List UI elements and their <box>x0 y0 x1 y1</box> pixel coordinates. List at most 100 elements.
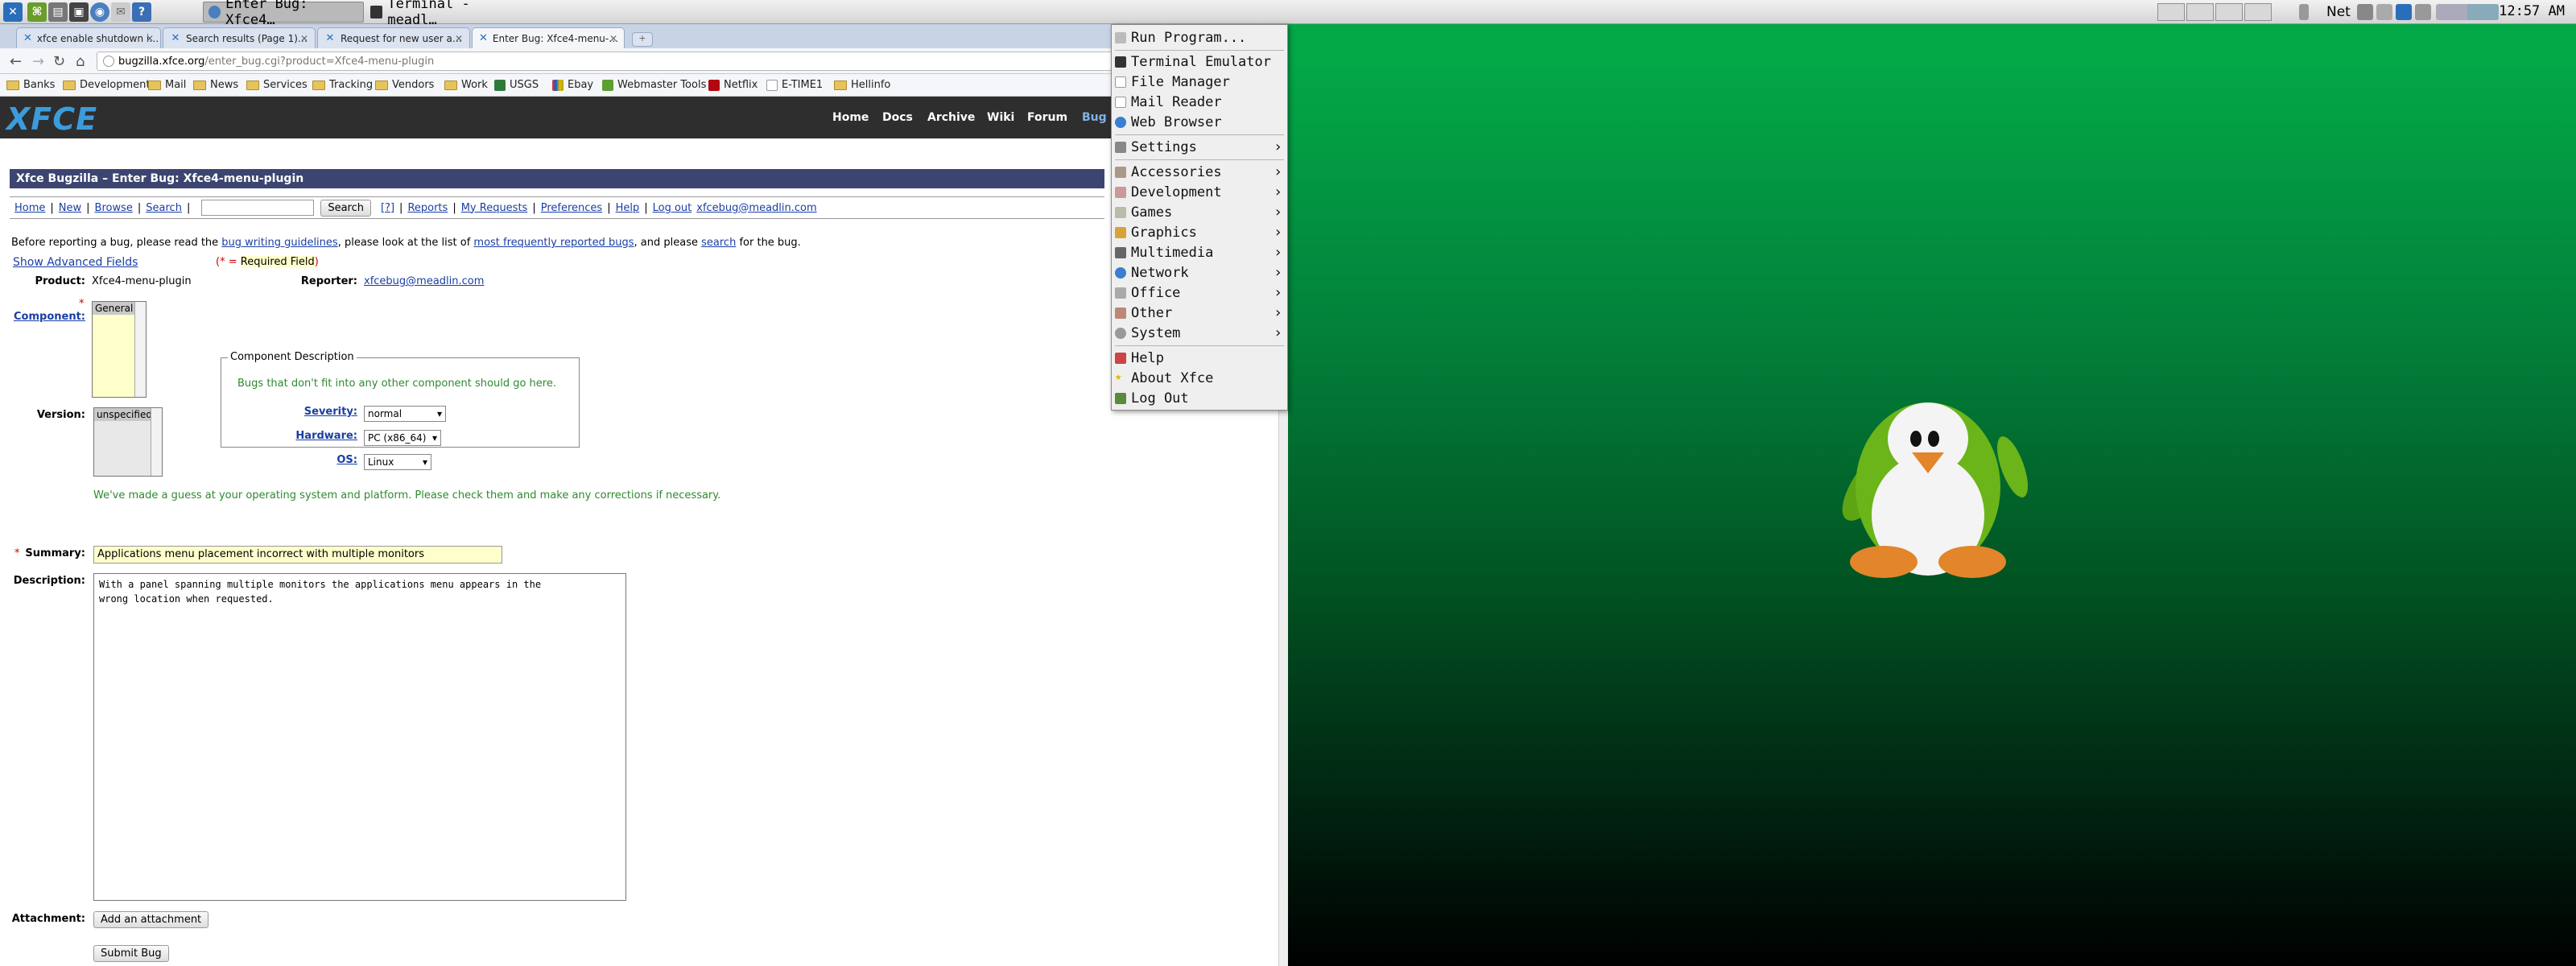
menu-item-mail-reader[interactable]: Mail Reader <box>1112 93 1287 112</box>
clock[interactable]: 12:57 AM <box>2499 3 2565 19</box>
bookmark-mail[interactable]: Mail <box>148 79 186 91</box>
volume-icon[interactable] <box>2415 4 2431 20</box>
menu-item-system[interactable]: System › <box>1112 324 1287 343</box>
bookmark-development[interactable]: Development <box>63 79 151 91</box>
quicksearch-button[interactable]: Search <box>320 199 371 217</box>
bookmark-usgs[interactable]: USGS <box>494 79 539 91</box>
quicksearch-input[interactable] <box>201 200 315 216</box>
summary-input[interactable]: Applications menu placement incorrect wi… <box>93 546 502 564</box>
link-browse[interactable]: Browse <box>95 202 133 214</box>
component-label[interactable]: Component: <box>8 311 85 323</box>
menu-item-settings[interactable]: Settings › <box>1112 138 1287 157</box>
bookmark-e-time1[interactable]: E-TIME1 <box>766 79 823 91</box>
site-nav-archive[interactable]: Archive <box>927 111 975 124</box>
menu-item-graphics[interactable]: Graphics › <box>1112 223 1287 242</box>
bluetooth-icon[interactable] <box>2396 4 2412 20</box>
add-attachment-button[interactable]: Add an attachment <box>93 911 209 928</box>
bookmark-work[interactable]: Work <box>444 79 488 91</box>
link-logout[interactable]: Log out <box>653 202 692 214</box>
link-user-account[interactable]: xfcebug@meadlin.com <box>696 202 816 214</box>
os-select[interactable]: Linux ▾ <box>364 454 431 470</box>
tab-request-new-user[interactable]: ✕ Request for new user a… ✕ <box>317 27 470 48</box>
menu-item-multimedia[interactable]: Multimedia › <box>1112 243 1287 262</box>
hardware-select[interactable]: PC (x86_64) ▾ <box>364 430 441 446</box>
menu-item-terminal-emulator[interactable]: Terminal Emulator <box>1112 52 1287 72</box>
menu-item-office[interactable]: Office › <box>1112 283 1287 303</box>
scrollbar[interactable] <box>134 302 146 397</box>
menu-item-development[interactable]: Development › <box>1112 183 1287 202</box>
home-icon[interactable]: ⌂ <box>76 53 85 70</box>
workspace-2[interactable] <box>2186 3 2214 21</box>
bookmark-netflix[interactable]: Netflix <box>708 79 758 91</box>
xfce-logo[interactable]: XFCE <box>6 101 97 137</box>
workspace-4[interactable] <box>2244 3 2272 21</box>
component-listbox[interactable]: General <box>92 301 147 398</box>
bookmark-webmaster-tools[interactable]: Webmaster Tools <box>602 79 706 91</box>
site-nav-bugs[interactable]: Bug <box>1082 111 1107 124</box>
menu-item-network[interactable]: Network › <box>1112 263 1287 283</box>
forward-icon[interactable]: → <box>32 53 44 70</box>
launcher-browser-icon[interactable]: ◉ <box>90 2 109 22</box>
reporter-value[interactable]: xfcebug@meadlin.com <box>364 275 484 287</box>
bookmark-tracking[interactable]: Tracking <box>312 79 373 91</box>
site-info-icon[interactable] <box>103 56 114 67</box>
link-reports[interactable]: Reports <box>407 202 448 214</box>
tab-enter-bug[interactable]: ✕ Enter Bug: Xfce4-menu-… ✕ <box>472 27 625 48</box>
link-my-requests[interactable]: My Requests <box>461 202 528 214</box>
menu-item-about-xfce[interactable]: ★ About Xfce <box>1112 369 1287 388</box>
back-icon[interactable]: ← <box>10 53 22 70</box>
link-bug-writing-guidelines[interactable]: bug writing guidelines <box>221 237 337 249</box>
link-search[interactable]: Search <box>146 202 182 214</box>
menu-item-log-out[interactable]: Log Out <box>1112 389 1287 408</box>
close-icon[interactable]: ✕ <box>146 33 154 44</box>
link-quicksearch-help[interactable]: [?] <box>381 202 394 214</box>
link-search-bugs[interactable]: search <box>701 237 736 249</box>
launcher-mail-icon[interactable]: ✉ <box>111 2 130 22</box>
close-icon[interactable]: ✕ <box>455 33 463 44</box>
bookmark-ebay[interactable]: Ebay <box>552 79 593 91</box>
bookmark-banks[interactable]: Banks <box>6 79 55 91</box>
severity-label[interactable]: Severity: <box>266 406 357 418</box>
hardware-label[interactable]: Hardware: <box>266 430 357 442</box>
launcher-terminal-icon[interactable]: ▣ <box>69 2 89 22</box>
close-icon[interactable]: ✕ <box>609 33 617 44</box>
launcher-help-icon[interactable]: ? <box>132 2 151 22</box>
tray-app-icon[interactable] <box>2376 4 2392 20</box>
close-icon[interactable]: ✕ <box>300 33 308 44</box>
show-advanced-fields-link[interactable]: Show Advanced Fields <box>13 256 138 269</box>
launcher-files-icon[interactable]: ▤ <box>48 2 68 22</box>
bookmark-vendors[interactable]: Vendors <box>375 79 434 91</box>
menu-item-help[interactable]: Help <box>1112 349 1287 368</box>
os-label[interactable]: OS: <box>266 454 357 466</box>
bookmark-hellinfo[interactable]: Hellinfo <box>834 79 890 91</box>
site-nav-forum[interactable]: Forum <box>1027 111 1067 124</box>
link-new[interactable]: New <box>59 202 81 214</box>
workspace-3[interactable] <box>2215 3 2243 21</box>
bookmark-services[interactable]: Services <box>246 79 308 91</box>
menu-item-web-browser[interactable]: Web Browser <box>1112 113 1287 132</box>
site-nav-docs[interactable]: Docs <box>882 111 913 124</box>
address-bar[interactable]: bugzilla.xfce.org /enter_bug.cgi?product… <box>97 52 1272 71</box>
bookmark-news[interactable]: News <box>193 79 238 91</box>
link-home[interactable]: Home <box>14 202 45 214</box>
tab-xfce-shutdown[interactable]: ✕ xfce enable shutdown i… ✕ <box>16 27 161 48</box>
description-textarea[interactable]: With a panel spanning multiple monitors … <box>93 573 626 901</box>
launcher-editor-icon[interactable]: ⌘ <box>27 2 47 22</box>
version-listbox[interactable]: unspecified <box>93 407 163 477</box>
menu-item-games[interactable]: Games › <box>1112 203 1287 222</box>
site-nav-wiki[interactable]: Wiki <box>987 111 1014 124</box>
menu-item-run-program[interactable]: Run Program... <box>1112 28 1287 47</box>
menu-item-file-manager[interactable]: File Manager <box>1112 72 1287 92</box>
link-frequent-bugs[interactable]: most frequently reported bugs <box>473 237 634 249</box>
scrollbar[interactable] <box>151 408 162 476</box>
severity-select[interactable]: normal ▾ <box>364 406 446 422</box>
reload-icon[interactable]: ↻ <box>53 53 65 70</box>
site-nav-home[interactable]: Home <box>832 111 869 124</box>
menu-item-other[interactable]: Other › <box>1112 303 1287 323</box>
link-help[interactable]: Help <box>616 202 640 214</box>
link-preferences[interactable]: Preferences <box>541 202 602 214</box>
taskbar-item-browser[interactable]: Enter Bug: Xfce4… <box>203 0 364 28</box>
tab-search-results[interactable]: ✕ Search results (Page 1)… ✕ <box>163 27 316 48</box>
taskbar-item-terminal[interactable]: Terminal - meadl… <box>365 0 526 28</box>
new-tab-button[interactable]: + <box>632 32 653 47</box>
